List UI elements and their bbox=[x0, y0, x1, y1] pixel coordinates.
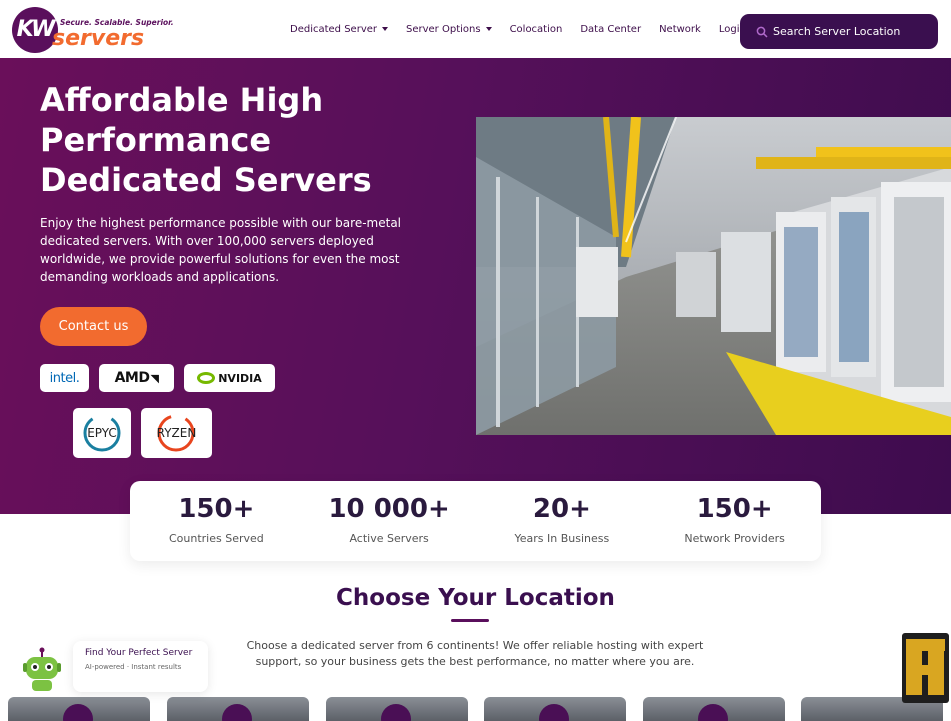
chevron-down-icon bbox=[382, 27, 388, 31]
hero-description: Enjoy the highest performance possible w… bbox=[40, 216, 402, 284]
datacenter-illustration bbox=[476, 117, 951, 435]
nvidia-label: NVIDIA bbox=[218, 371, 262, 385]
stat-label: Countries Served bbox=[168, 532, 264, 545]
location-cards bbox=[8, 697, 951, 721]
site-header: KW Secure. Scalable. Superior. servers D… bbox=[0, 0, 951, 58]
nav-label: Dedicated Server bbox=[290, 23, 377, 35]
kwservers-logo[interactable]: KW Secure. Scalable. Superior. servers bbox=[12, 7, 174, 53]
search-location-button[interactable]: Search Server Location bbox=[740, 14, 938, 49]
stat-value: 20+ bbox=[532, 494, 591, 524]
location-card[interactable] bbox=[8, 697, 150, 721]
nav-label: Network bbox=[659, 23, 701, 35]
ryzen-label: RYZEN bbox=[156, 426, 197, 440]
chat-subtitle: AI-powered · Instant results bbox=[85, 663, 182, 671]
search-label: Search Server Location bbox=[773, 25, 901, 38]
nav-network[interactable]: Network bbox=[659, 24, 701, 35]
location-card[interactable] bbox=[167, 697, 309, 721]
amd-label: AMD bbox=[114, 370, 150, 386]
chevron-down-icon bbox=[485, 27, 492, 31]
nav-server-options[interactable]: Server Options bbox=[406, 24, 492, 35]
location-heading: Choose Your Location bbox=[336, 585, 615, 611]
stat-value: 10 000+ bbox=[328, 494, 450, 524]
stat-label: Active Servers bbox=[349, 532, 429, 545]
heading-underline bbox=[451, 619, 489, 622]
nav-label: Server Options bbox=[406, 23, 481, 35]
search-icon bbox=[756, 26, 768, 38]
contact-us-button[interactable]: Contact us bbox=[40, 307, 147, 346]
watermark-logo bbox=[902, 633, 949, 703]
nvidia-logo: NVIDIA bbox=[184, 364, 275, 392]
epyc-label: EPYC bbox=[87, 426, 117, 440]
main-nav: Dedicated Server Server Options Colocati… bbox=[290, 0, 764, 58]
location-card[interactable] bbox=[643, 697, 785, 721]
stat-years: 20+ Years In Business bbox=[476, 481, 649, 561]
nav-label: Data Center bbox=[580, 23, 642, 35]
stat-value: 150+ bbox=[696, 494, 773, 524]
location-description: Choose a dedicated server from 6 contine… bbox=[246, 639, 704, 668]
nvidia-eye-icon bbox=[197, 372, 216, 384]
location-card[interactable] bbox=[326, 697, 468, 721]
intel-logo: intel. bbox=[40, 364, 89, 392]
robot-assistant-icon[interactable] bbox=[22, 647, 62, 693]
stat-countries: 150+ Countries Served bbox=[130, 481, 303, 561]
stat-providers: 150+ Network Providers bbox=[648, 481, 821, 561]
intel-label: intel. bbox=[49, 370, 80, 386]
location-card[interactable] bbox=[484, 697, 626, 721]
stat-label: Network Providers bbox=[684, 532, 785, 545]
stat-value: 150+ bbox=[178, 494, 255, 524]
chat-prompt-card[interactable]: Find Your Perfect Server AI-powered · In… bbox=[73, 641, 208, 692]
stat-label: Years In Business bbox=[514, 532, 610, 545]
hero-title: Affordable High Performance Dedicated Se… bbox=[40, 81, 372, 199]
stats-card: 150+ Countries Served 10 000+ Active Ser… bbox=[130, 481, 821, 561]
chat-title: Find Your Perfect Server bbox=[85, 648, 193, 658]
nav-colocation[interactable]: Colocation bbox=[510, 24, 563, 35]
ryzen-logo: RYZEN bbox=[141, 408, 212, 458]
epyc-logo: EPYC bbox=[73, 408, 131, 458]
nav-label: Colocation bbox=[509, 23, 563, 35]
amd-logo: AMD ◥ bbox=[99, 364, 174, 392]
nav-data-center[interactable]: Data Center bbox=[580, 24, 641, 35]
datacenter-photo bbox=[476, 117, 951, 435]
stat-servers: 10 000+ Active Servers bbox=[303, 481, 476, 561]
amd-arrow-icon: ◥ bbox=[150, 371, 159, 385]
hero-section: Affordable High Performance Dedicated Se… bbox=[0, 58, 951, 514]
logo-wordmark: servers bbox=[52, 26, 145, 51]
nav-dedicated-server[interactable]: Dedicated Server bbox=[290, 24, 388, 35]
